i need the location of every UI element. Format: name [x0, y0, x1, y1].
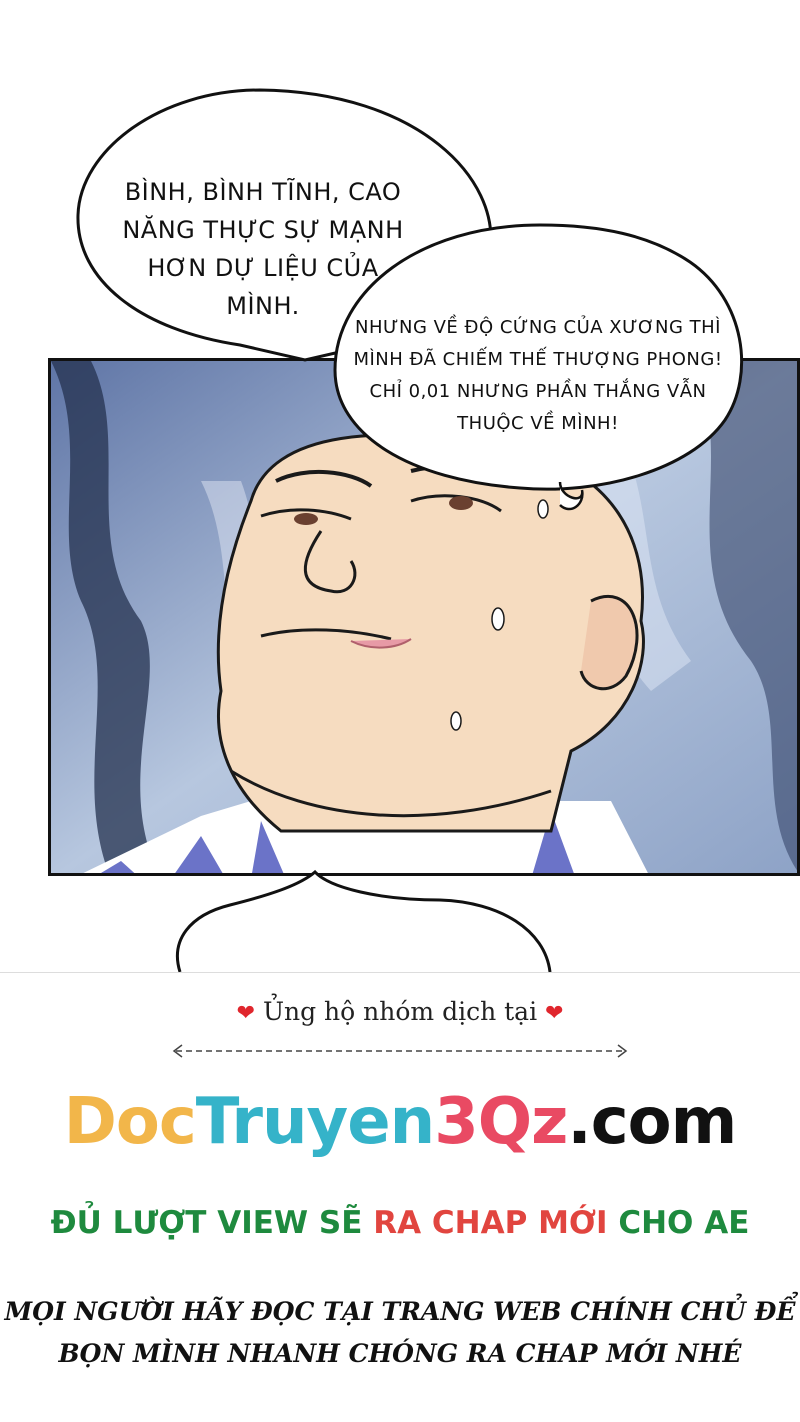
notice-line: MỌI NGƯỜI HÃY ĐỌC TẠI TRANG WEB CHÍNH CH… — [4, 1297, 796, 1326]
bubble1-line: BÌNH, BÌNH TĨNH, CAO — [124, 178, 402, 206]
speech-bubble-1-text: BÌNH, BÌNH TĨNH, CAO NĂNG THỰC SỰ MẠNH H… — [108, 173, 418, 325]
heart-icon: ❤ — [545, 1001, 564, 1026]
view-text-green-1: ĐỦ LƯỢT VIEW SẼ — [50, 1205, 363, 1241]
double-arrow-divider — [172, 1044, 628, 1058]
promo-banner: ❤ Ủng hộ nhóm dịch tại ❤ DocTruyen3Qz.co… — [0, 972, 800, 1422]
speech-bubble-3 — [175, 869, 552, 972]
notice-line: BỌN MÌNH NHANH CHÓNG RA CHAP MỚI NHÉ — [58, 1339, 742, 1368]
bubble2-line: CHỈ 0,01 NHƯNG PHẦN THẮNG VẪN — [369, 381, 707, 402]
view-text-green-2: CHO AE — [618, 1205, 750, 1241]
bubble2-line: THUỘC VỀ MÌNH! — [457, 413, 619, 434]
view-message: ĐỦ LƯỢT VIEW SẼ RA CHAP MỚI CHO AE — [0, 1205, 800, 1241]
bubble2-line: MÌNH ĐÃ CHIẾM THẾ THƯỢNG PHONG! — [353, 349, 723, 370]
bubble1-line: NĂNG THỰC SỰ MẠNH — [122, 216, 404, 244]
speech-bubbles — [76, 88, 743, 972]
speech-bubble-2-text: NHƯNG VỀ ĐỘ CỨNG CỦA XƯƠNG THÌ MÌNH ĐÃ C… — [348, 312, 728, 440]
site-logo-text[interactable]: DocTruyen3Qz.com — [0, 1085, 800, 1159]
notice-message: MỌI NGƯỜI HÃY ĐỌC TẠI TRANG WEB CHÍNH CH… — [0, 1291, 800, 1375]
view-text-red: RA CHAP MỚI — [373, 1205, 608, 1241]
comic-page: BÌNH, BÌNH TĨNH, CAO NĂNG THỰC SỰ MẠNH H… — [0, 0, 800, 972]
site-part-truyen: Truyen — [195, 1085, 435, 1159]
bubble2-line: NHƯNG VỀ ĐỘ CỨNG CỦA XƯƠNG THÌ — [355, 317, 721, 338]
site-part-3qz: 3Qz — [434, 1085, 568, 1159]
site-part-doc: Doc — [63, 1085, 197, 1159]
support-text: Ủng hộ nhóm dịch tại — [262, 997, 538, 1026]
support-line: ❤ Ủng hộ nhóm dịch tại ❤ — [0, 997, 800, 1026]
site-part-com: .com — [567, 1085, 737, 1159]
heart-icon: ❤ — [236, 1001, 255, 1026]
